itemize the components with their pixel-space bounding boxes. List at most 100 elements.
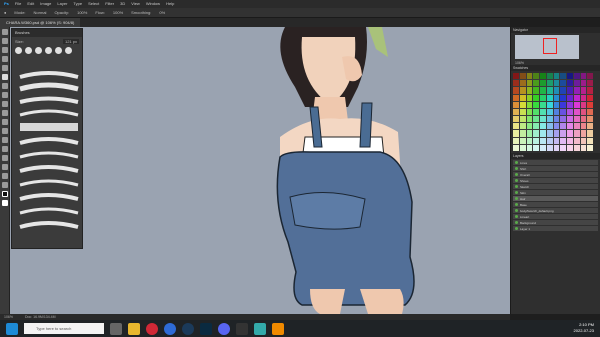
- stamp-tool-icon[interactable]: [2, 83, 8, 89]
- color-swatch[interactable]: [513, 130, 519, 137]
- color-swatch[interactable]: [533, 137, 539, 144]
- history-brush-icon[interactable]: [2, 92, 8, 98]
- color-swatch[interactable]: [587, 87, 593, 94]
- color-swatch[interactable]: [519, 123, 526, 130]
- color-swatch[interactable]: [580, 101, 587, 108]
- color-swatch[interactable]: [560, 123, 566, 130]
- brush-tip-2[interactable]: [25, 47, 32, 54]
- pen-tool-icon[interactable]: [2, 137, 8, 143]
- color-swatch[interactable]: [546, 116, 553, 123]
- color-swatch[interactable]: [567, 94, 573, 101]
- color-swatch[interactable]: [546, 87, 553, 94]
- color-swatch[interactable]: [519, 94, 526, 101]
- color-swatch[interactable]: [573, 116, 580, 123]
- opacity-value[interactable]: 100%: [77, 10, 87, 15]
- color-swatch[interactable]: [560, 144, 566, 151]
- layer-row[interactable]: Lineart: [513, 214, 598, 219]
- color-swatch[interactable]: [553, 73, 560, 80]
- color-swatch[interactable]: [587, 116, 593, 123]
- layer-visibility-icon[interactable]: [515, 179, 518, 182]
- color-swatch[interactable]: [553, 137, 560, 144]
- layer-row[interactable]: Base: [513, 202, 598, 207]
- type-tool-icon[interactable]: [2, 146, 8, 152]
- color-swatch[interactable]: [573, 144, 580, 151]
- ps-logo-icon[interactable]: Ps: [4, 0, 9, 8]
- menu-select[interactable]: Select: [88, 0, 99, 8]
- color-swatch[interactable]: [546, 73, 553, 80]
- color-swatch[interactable]: [573, 73, 580, 80]
- color-swatch[interactable]: [533, 87, 539, 94]
- color-swatch[interactable]: [533, 116, 539, 123]
- taskbar-search-input[interactable]: Type here to search: [24, 323, 104, 334]
- color-swatch[interactable]: [580, 73, 587, 80]
- color-swatch[interactable]: [553, 101, 560, 108]
- color-swatch[interactable]: [526, 73, 533, 80]
- flow-value[interactable]: 100%: [113, 10, 123, 15]
- color-swatch[interactable]: [526, 87, 533, 94]
- color-swatch[interactable]: [533, 101, 539, 108]
- dodge-tool-icon[interactable]: [2, 128, 8, 134]
- color-swatch[interactable]: [540, 116, 546, 123]
- menu-window[interactable]: Window: [146, 0, 160, 8]
- color-swatch[interactable]: [519, 101, 526, 108]
- color-swatch[interactable]: [533, 130, 539, 137]
- color-swatch[interactable]: [546, 80, 553, 87]
- color-swatch[interactable]: [587, 130, 593, 137]
- color-swatch[interactable]: [519, 108, 526, 116]
- layer-row[interactable]: Overall: [513, 172, 598, 177]
- document-tab[interactable]: CHARA.W360.psd @ 106% (S: 904/8): [0, 18, 81, 27]
- color-swatch[interactable]: [513, 123, 519, 130]
- color-swatch[interactable]: [580, 123, 587, 130]
- menu-image[interactable]: Image: [40, 0, 51, 8]
- shape-tool-icon[interactable]: [2, 164, 8, 170]
- background-color-swatch[interactable]: [2, 200, 8, 206]
- color-swatch[interactable]: [540, 137, 546, 144]
- color-swatch[interactable]: [526, 137, 533, 144]
- color-swatch[interactable]: [533, 73, 539, 80]
- color-swatch[interactable]: [533, 80, 539, 87]
- layer-visibility-icon[interactable]: [515, 215, 518, 218]
- menu-help[interactable]: Help: [166, 0, 174, 8]
- color-swatch[interactable]: [513, 137, 519, 144]
- color-swatch[interactable]: [587, 123, 593, 130]
- color-swatch[interactable]: [540, 108, 546, 116]
- color-swatch[interactable]: [587, 108, 593, 116]
- color-swatch[interactable]: [580, 144, 587, 151]
- color-swatch[interactable]: [580, 108, 587, 116]
- discord-icon[interactable]: [218, 322, 230, 335]
- color-swatch[interactable]: [553, 116, 560, 123]
- color-swatch[interactable]: [526, 108, 533, 116]
- color-swatch[interactable]: [567, 116, 573, 123]
- layer-visibility-icon[interactable]: [515, 197, 518, 200]
- color-swatch[interactable]: [546, 94, 553, 101]
- steam-icon[interactable]: [182, 322, 194, 335]
- color-swatch[interactable]: [526, 123, 533, 130]
- file-explorer-icon[interactable]: [128, 322, 140, 335]
- color-swatch[interactable]: [573, 87, 580, 94]
- color-swatch[interactable]: [567, 144, 573, 151]
- crop-tool-icon[interactable]: [2, 56, 8, 62]
- color-swatch[interactable]: [540, 130, 546, 137]
- layer-visibility-icon[interactable]: [515, 227, 518, 230]
- menu-filter[interactable]: Filter: [105, 0, 114, 8]
- move-tool-icon[interactable]: [2, 29, 8, 35]
- color-swatch-grid[interactable]: [513, 73, 593, 151]
- lasso-tool-icon[interactable]: [2, 47, 8, 53]
- browser-icon[interactable]: [164, 322, 176, 335]
- color-swatch[interactable]: [546, 144, 553, 151]
- navigator-preview[interactable]: [515, 35, 579, 59]
- color-swatch[interactable]: [546, 108, 553, 116]
- color-swatch[interactable]: [567, 101, 573, 108]
- gradient-tool-icon[interactable]: [2, 110, 8, 116]
- layer-visibility-icon[interactable]: [515, 185, 518, 188]
- eraser-tool-icon[interactable]: [2, 101, 8, 107]
- color-swatch[interactable]: [560, 130, 566, 137]
- color-swatch[interactable]: [560, 94, 566, 101]
- color-swatch[interactable]: [587, 137, 593, 144]
- layer-row[interactable]: Skin: [513, 190, 598, 195]
- color-swatch[interactable]: [567, 123, 573, 130]
- layer-row[interactable]: Layer 1: [513, 226, 598, 231]
- color-swatch[interactable]: [519, 116, 526, 123]
- color-swatch[interactable]: [560, 101, 566, 108]
- menu-3d[interactable]: 3D: [120, 0, 125, 8]
